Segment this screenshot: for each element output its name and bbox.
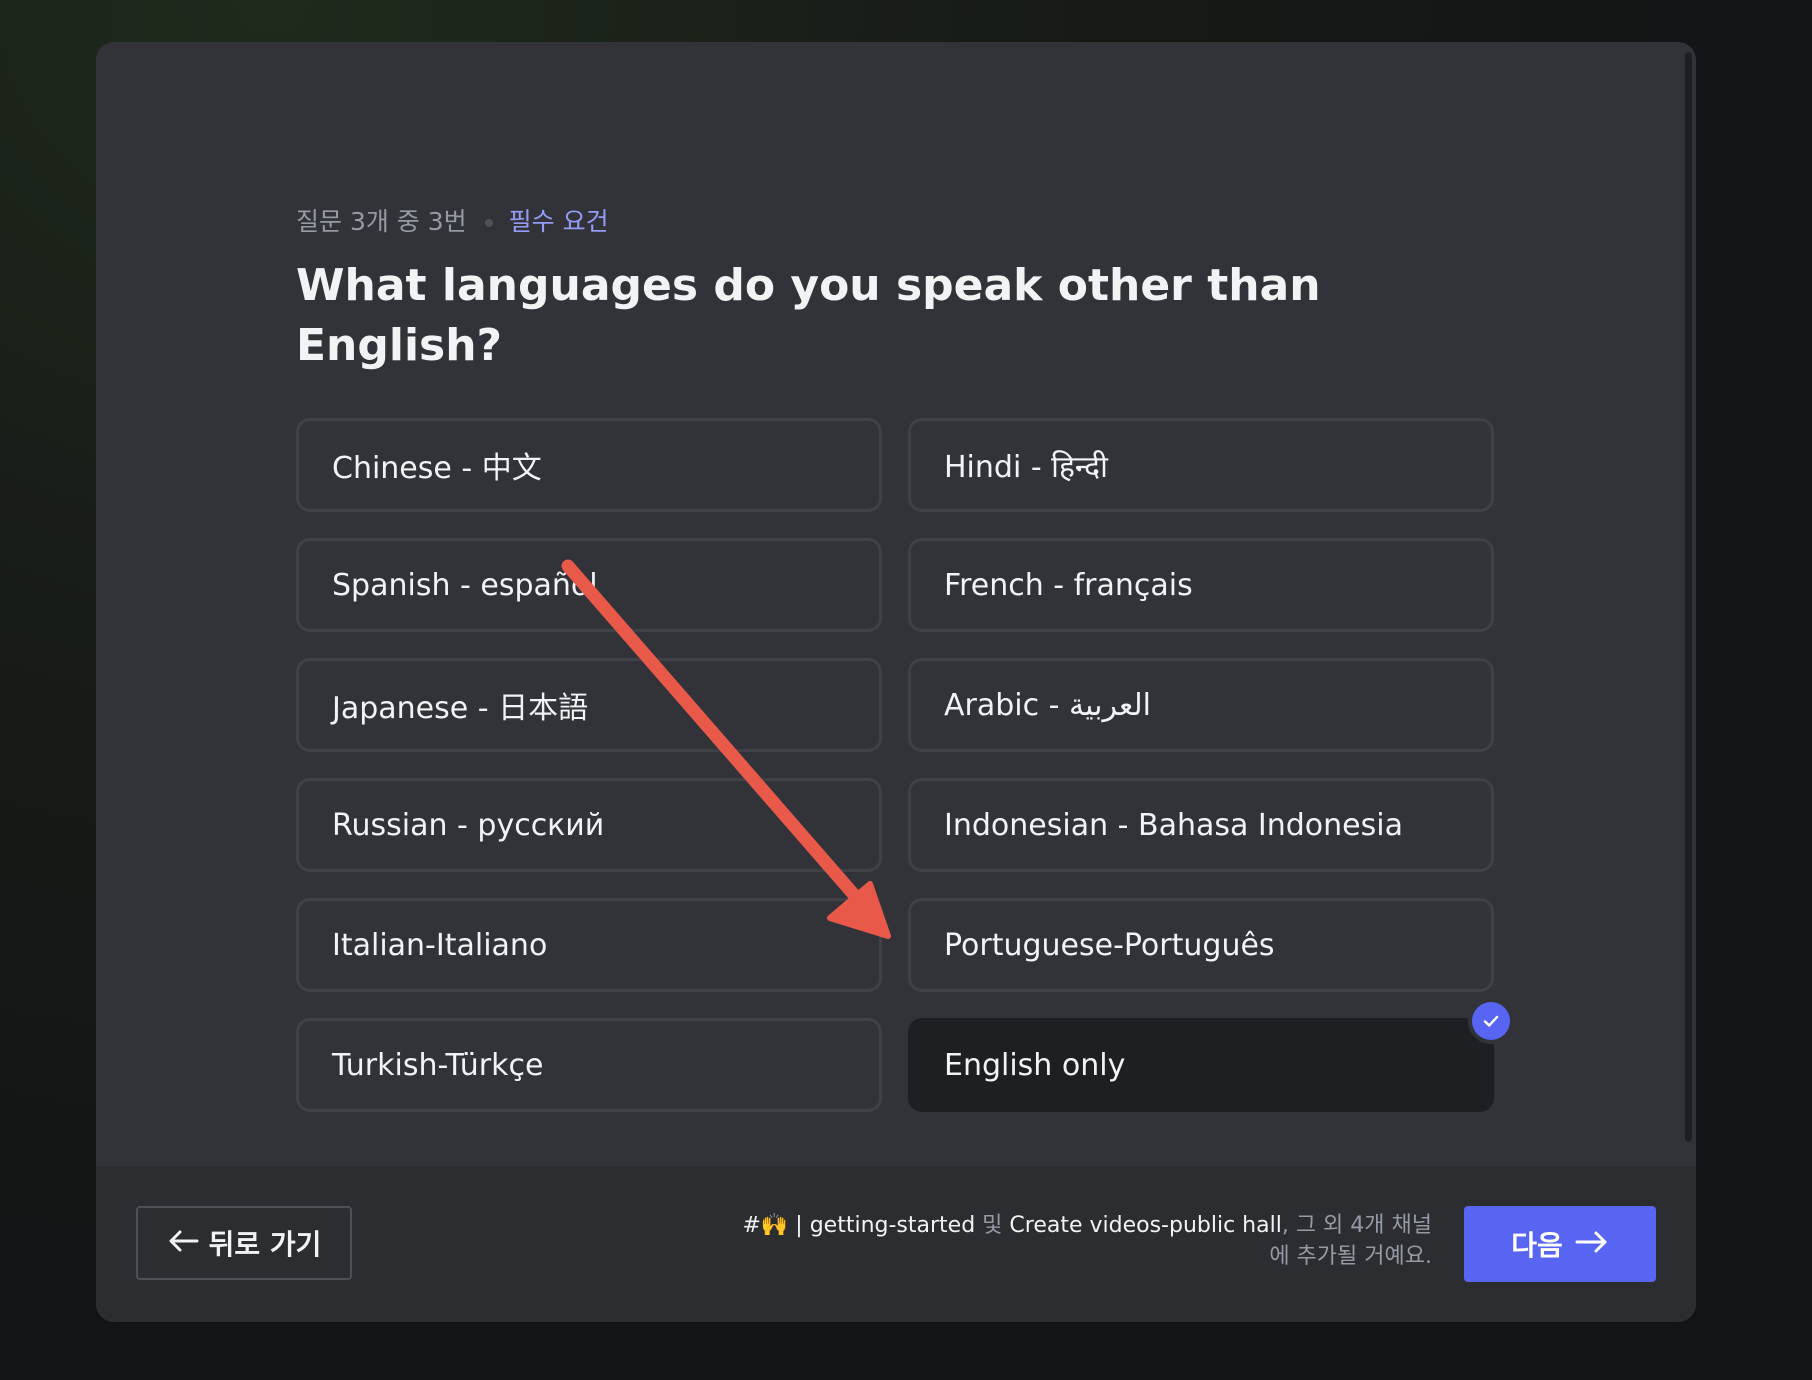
- back-label: 뒤로 가기: [208, 1228, 322, 1261]
- option-label: Japanese - 日本語: [332, 691, 589, 726]
- option-portuguese[interactable]: Portuguese-Português: [908, 898, 1494, 992]
- option-label: Spanish - español: [332, 567, 598, 603]
- option-label: Chinese - 中文: [332, 451, 542, 486]
- option-spanish[interactable]: Spanish - español: [296, 538, 882, 632]
- option-label: Indonesian - Bahasa Indonesia: [944, 807, 1403, 843]
- note-rest: , 그 외 4개 채널에 추가될 거예요.: [1269, 1213, 1432, 1269]
- onboarding-modal: 질문 3개 중 3번 필수 요건 What languages do you sp…: [96, 42, 1696, 1322]
- channel-name: Create videos-public hall: [1009, 1213, 1282, 1238]
- back-button[interactable]: 뒤로 가기: [136, 1206, 352, 1280]
- option-label: French - français: [944, 567, 1193, 603]
- option-turkish[interactable]: Turkish-Türkçe: [296, 1018, 882, 1112]
- question-title: What languages do you speak other than E…: [296, 260, 1321, 371]
- option-label: Arabic - العربية: [944, 687, 1152, 723]
- option-arabic[interactable]: Arabic - العربية: [908, 658, 1494, 752]
- option-label: Portuguese-Português: [944, 927, 1275, 963]
- arrow-left-icon: [167, 1227, 209, 1260]
- option-english-only[interactable]: English only: [908, 1002, 1510, 1112]
- next-button[interactable]: 다음: [1464, 1206, 1656, 1282]
- option-label: Turkish-Türkçe: [332, 1047, 544, 1083]
- option-italian[interactable]: Italian-Italiano: [296, 898, 882, 992]
- question-content: 질문 3개 중 3번 필수 요건 What languages do you sp…: [296, 202, 1510, 1112]
- option-hindi[interactable]: Hindi - हिन्दी: [908, 418, 1494, 512]
- channel-name: #🙌 | getting-started: [742, 1213, 976, 1238]
- channels-note: #🙌 | getting-started 및 Create videos-pub…: [732, 1210, 1432, 1272]
- next-label: 다음: [1511, 1229, 1563, 1262]
- separator-dot: [484, 219, 493, 227]
- question-meta: 질문 3개 중 3번 필수 요건: [296, 202, 1496, 242]
- option-label: English only: [944, 1047, 1126, 1083]
- progress-text: 질문 3개 중 3번: [296, 207, 467, 236]
- option-chinese[interactable]: Chinese - 中文: [296, 418, 882, 512]
- option-label: Hindi - हिन्दी: [944, 449, 1108, 485]
- option-indonesian[interactable]: Indonesian - Bahasa Indonesia: [908, 778, 1494, 872]
- modal-footer: 뒤로 가기 #🙌 | getting-started 및 Create vide…: [96, 1166, 1696, 1322]
- option-russian[interactable]: Russian - русский: [296, 778, 882, 872]
- checkmark-icon: [1472, 1002, 1510, 1040]
- option-french[interactable]: French - français: [908, 538, 1494, 632]
- options-grid: Chinese - 中文 Hindi - हिन्दी Spanish - es…: [296, 418, 1510, 1112]
- scrollbar[interactable]: [1685, 52, 1692, 1142]
- required-label: 필수 요건: [508, 207, 609, 236]
- note-connector: 및: [975, 1213, 1010, 1238]
- arrow-right-icon: [1563, 1228, 1609, 1261]
- option-japanese[interactable]: Japanese - 日本語: [296, 658, 882, 752]
- option-label: Italian-Italiano: [332, 927, 548, 963]
- option-label: Russian - русский: [332, 807, 605, 843]
